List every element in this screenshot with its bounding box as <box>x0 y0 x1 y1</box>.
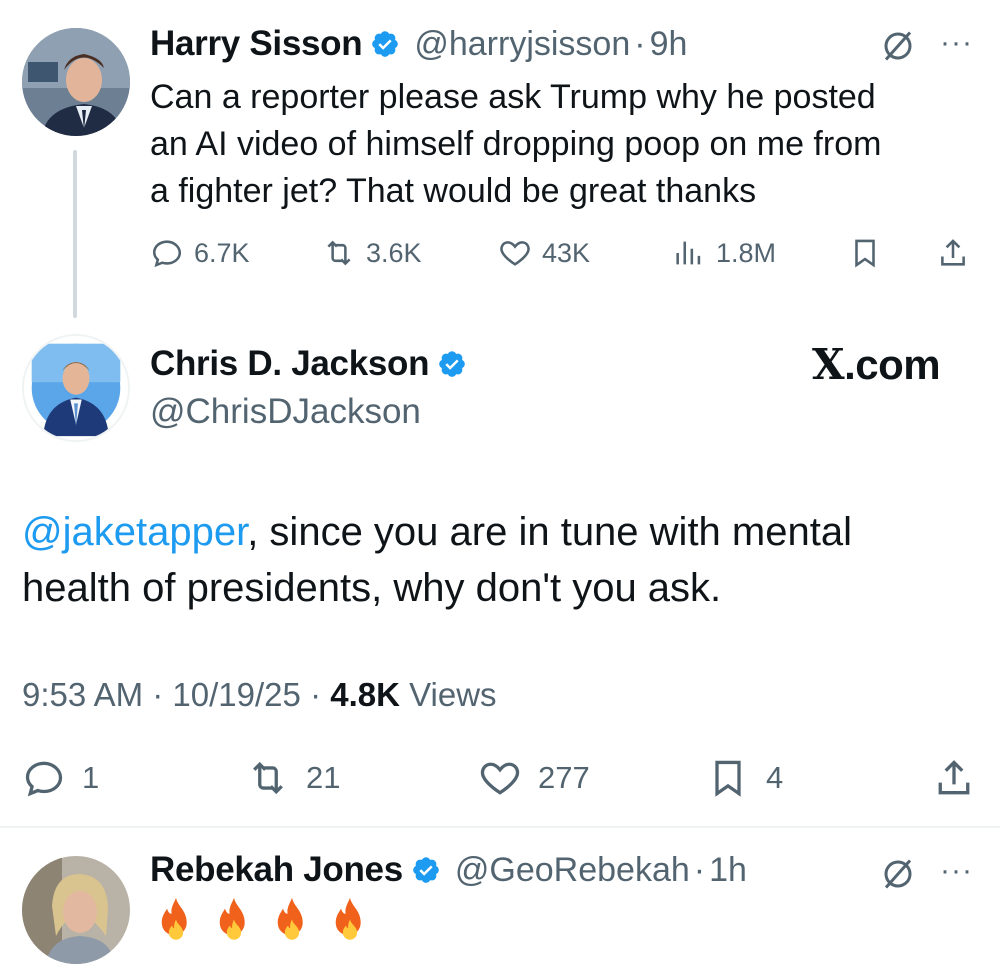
fire-emoji-icon <box>335 897 361 940</box>
like-icon <box>500 241 530 266</box>
bookmark-icon <box>715 760 741 797</box>
reply-count: 6.7K <box>194 237 250 268</box>
avatar-harry-sisson[interactable] <box>22 28 130 136</box>
reply-button[interactable]: 1 <box>22 756 99 800</box>
share-icon <box>941 239 965 266</box>
repost-count: 21 <box>306 760 341 795</box>
verified-badge-icon <box>413 857 439 883</box>
bookmark-icon <box>855 239 875 268</box>
repost-icon <box>253 761 283 795</box>
views-icon <box>676 241 701 265</box>
repost-button[interactable]: 21 <box>246 756 340 800</box>
tweet-timestamp-row: 9:53 AM · 10/19/25 · 4.8K Views <box>22 676 497 713</box>
reply-icon <box>25 761 63 797</box>
like-count: 277 <box>538 760 590 795</box>
thread-connector-line <box>73 150 77 318</box>
views-button[interactable]: 1.8M <box>672 236 776 270</box>
main-tweet-header: Chris D. Jackson <box>150 344 467 384</box>
views-count: 4.8K <box>330 676 400 713</box>
like-icon <box>480 762 520 795</box>
views-label: Views <box>409 676 497 713</box>
reply-tweet-text <box>154 896 372 946</box>
divider <box>0 826 1000 828</box>
reply-handle[interactable]: @GeoRebekah <box>455 851 690 890</box>
share-button[interactable] <box>936 236 970 270</box>
main-display-name[interactable]: Chris D. Jackson <box>150 344 430 384</box>
parent-display-name[interactable]: Harry Sisson <box>150 24 363 64</box>
more-icon[interactable]: ··· <box>940 856 973 886</box>
x-com-watermark: X.com <box>812 340 941 389</box>
main-tweet-text: @jaketapper, since you are in tune with … <box>22 510 852 610</box>
like-button[interactable]: 277 <box>478 756 590 800</box>
tweet-time[interactable]: 9:53 AM <box>22 676 143 713</box>
reply-time[interactable]: 1h <box>709 851 747 890</box>
parent-tweet-header: Harry Sisson @harryjsisson · 9h <box>150 24 687 64</box>
bookmark-count: 4 <box>766 760 784 795</box>
reply-button[interactable]: 6.7K <box>150 236 250 270</box>
main-handle[interactable]: @ChrisDJackson <box>150 392 421 432</box>
parent-handle[interactable]: @harryjsisson <box>414 25 630 64</box>
share-icon <box>938 760 970 795</box>
main-action-bar: 1 21 277 4 <box>0 752 1000 808</box>
tweet-date[interactable]: 10/19/25 <box>172 676 300 713</box>
parent-tweet-text: Can a reporter please ask Trump why he p… <box>150 78 882 210</box>
bookmark-button[interactable]: 4 <box>706 756 783 800</box>
fire-emoji-icon <box>161 897 187 940</box>
like-button[interactable]: 43K <box>498 236 590 270</box>
avatar-chris-jackson[interactable] <box>22 334 130 442</box>
bookmark-button[interactable] <box>848 236 882 270</box>
verified-badge-icon <box>439 351 466 377</box>
repost-button[interactable]: 3.6K <box>322 236 422 270</box>
fire-emoji-icon <box>277 897 303 940</box>
parent-action-bar: 6.7K 3.6K 43K 1.8M <box>0 236 1000 276</box>
grok-icon[interactable] <box>880 856 916 892</box>
like-count: 43K <box>542 237 591 268</box>
avatar-rebekah-jones[interactable] <box>22 856 130 964</box>
grok-icon[interactable] <box>880 28 916 64</box>
repost-icon <box>327 240 351 266</box>
share-button[interactable] <box>932 756 976 800</box>
mention-link[interactable]: @jaketapper <box>22 510 247 554</box>
separator-dot: · <box>634 24 646 63</box>
reply-display-name[interactable]: Rebekah Jones <box>150 850 403 890</box>
more-icon[interactable]: ··· <box>940 28 973 58</box>
reply-tweet-header: Rebekah Jones @GeoRebekah · 1h <box>150 850 747 890</box>
reply-count: 1 <box>82 760 100 795</box>
views-count: 1.8M <box>716 237 777 268</box>
fire-emoji-icon <box>219 897 245 940</box>
parent-time[interactable]: 9h <box>650 25 688 64</box>
verified-badge-icon <box>372 31 399 57</box>
reply-icon <box>152 240 182 268</box>
separator-dot: · <box>693 850 706 889</box>
repost-count: 3.6K <box>366 237 422 268</box>
